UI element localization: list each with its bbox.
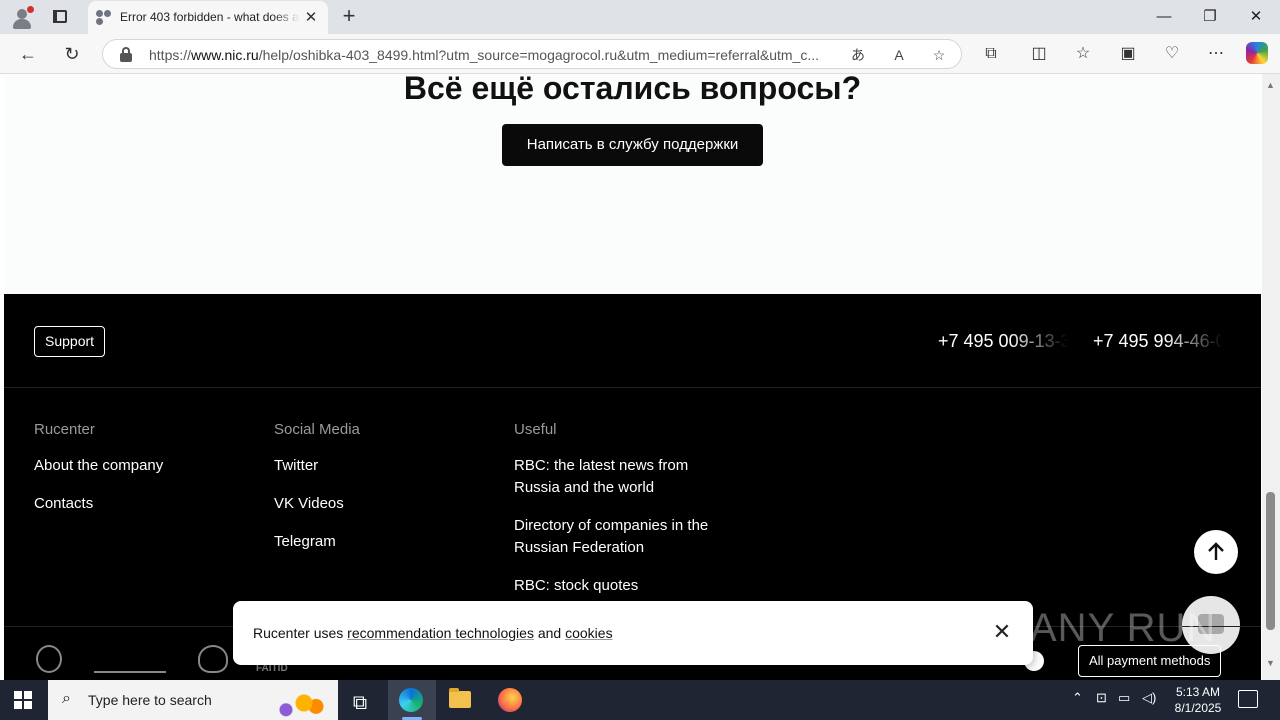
page-viewport: Всё ещё остались вопросы? Написать в слу…: [0, 74, 1280, 680]
address-bar[interactable]: https://www.nic.ru/help/oshibka-403_8499…: [102, 39, 962, 69]
partner-logo-coordination-center-icon: [94, 645, 166, 673]
scroll-to-top-button[interactable]: [1194, 530, 1238, 574]
volume-icon[interactable]: ◁): [1142, 690, 1156, 706]
phone-2-link[interactable]: +7 495 994-46-0: [1093, 331, 1223, 352]
tab-close-icon[interactable]: ✕: [302, 9, 320, 27]
partner-logo-faitid: FAITID: [256, 663, 288, 674]
lock-icon[interactable]: [119, 47, 133, 62]
browser-essentials-icon[interactable]: ♡: [1160, 42, 1184, 66]
window-close-icon[interactable]: ✕: [1233, 4, 1279, 30]
phone-1-link[interactable]: +7 495 009-13-3: [938, 331, 1068, 352]
scrollbar-thumb[interactable]: [1266, 492, 1275, 630]
questions-section: Всё ещё остались вопросы? Написать в слу…: [4, 74, 1261, 294]
support-button[interactable]: Support: [34, 326, 106, 357]
footer-divider: [4, 387, 1261, 388]
footer-heading-social: Social Media: [274, 421, 360, 438]
footer-link-contacts[interactable]: Contacts: [34, 493, 234, 515]
translate-icon[interactable]: あ: [848, 45, 868, 65]
restore-icon[interactable]: ❐: [1187, 4, 1233, 30]
favorite-star-icon[interactable]: ☆: [929, 45, 949, 65]
search-icon: ⌕: [62, 690, 71, 707]
recommendation-technologies-link[interactable]: recommendation technologies: [347, 625, 534, 641]
search-highlight-icon: [268, 686, 328, 720]
task-view-icon[interactable]: ⧉: [340, 686, 380, 720]
windows-start-icon[interactable]: [14, 691, 32, 709]
extensions-icon[interactable]: ⧉: [979, 42, 1003, 66]
more-menu-icon[interactable]: ⋯: [1204, 42, 1228, 66]
read-aloud-icon[interactable]: A: [889, 45, 909, 65]
footer-link-vk-videos[interactable]: VK Videos: [274, 493, 474, 515]
tab-title: Error 403 forbidden - what does a: [120, 10, 299, 24]
new-tab-icon[interactable]: +: [338, 5, 360, 27]
browser-tab-active[interactable]: Error 403 forbidden - what does a ✕: [88, 1, 328, 34]
split-screen-icon[interactable]: ◫: [1027, 42, 1051, 66]
cookie-banner: Rucenter uses recommendation technologie…: [233, 601, 1033, 665]
tray-meet-icon[interactable]: ⊡: [1096, 690, 1107, 706]
cookies-link[interactable]: cookies: [565, 625, 612, 641]
refresh-icon[interactable]: ↻: [60, 42, 84, 66]
taskbar-search-box[interactable]: ⌕ Type here to search: [48, 680, 338, 720]
footer-link-company-directory[interactable]: Directory of companies in the Russian Fe…: [514, 515, 714, 559]
taskbar-search-placeholder: Type here to search: [88, 692, 212, 708]
file-explorer-icon[interactable]: [449, 688, 471, 708]
arrow-up-icon: [1208, 542, 1224, 560]
notifications-icon[interactable]: [1238, 690, 1258, 708]
contact-support-button[interactable]: Написать в службу поддержки: [502, 124, 763, 166]
copilot-icon[interactable]: [1246, 42, 1268, 64]
browser-navbar: ← ↻ https://www.nic.ru/help/oshibka-403_…: [0, 34, 1280, 74]
back-icon[interactable]: ←: [16, 42, 40, 66]
windows-taskbar: ⌕ Type here to search ⧉ ⌃ ⊡ ▭ ◁) 5:13 AM…: [0, 680, 1280, 720]
tray-chevron-icon[interactable]: ⌃: [1072, 690, 1083, 706]
browser-titlebar: Error 403 forbidden - what does a ✕ + — …: [0, 0, 1280, 34]
url-text[interactable]: https://www.nic.ru/help/oshibka-403_8499…: [149, 47, 829, 63]
tab-actions-icon[interactable]: [50, 7, 70, 27]
collections-icon[interactable]: ▣: [1116, 42, 1140, 66]
partner-logo-emblem-icon: [36, 645, 62, 673]
partner-logo-coat-of-arms-icon: [198, 645, 228, 673]
scroll-up-icon[interactable]: ▲: [1266, 80, 1275, 90]
firefox-taskbar-icon[interactable]: [498, 688, 522, 712]
footer-link-about[interactable]: About the company: [34, 455, 234, 477]
footer-heading-useful: Useful: [514, 421, 557, 438]
footer-link-rbc-quotes[interactable]: RBC: stock quotes: [514, 575, 714, 597]
network-icon[interactable]: ▭: [1118, 690, 1130, 706]
clock-time: 5:13 AM: [1175, 685, 1221, 699]
scroll-down-icon[interactable]: ▼: [1266, 658, 1275, 668]
footer-link-rbc-news[interactable]: RBC: the latest news from Russia and the…: [514, 455, 714, 499]
footer-heading-rucenter: Rucenter: [34, 421, 95, 438]
edge-taskbar-icon[interactable]: [399, 688, 423, 712]
footer-link-twitter[interactable]: Twitter: [274, 455, 474, 477]
cookie-close-icon[interactable]: ✕: [991, 621, 1013, 643]
favorites-icon[interactable]: ☆: [1071, 42, 1095, 66]
anyrun-watermark: ANY RUN: [1030, 606, 1217, 650]
minimize-icon[interactable]: —: [1141, 4, 1187, 30]
taskbar-clock[interactable]: 5:13 AM 8/1/2025: [1170, 684, 1226, 716]
cookie-text: Rucenter uses recommendation technologie…: [253, 625, 613, 641]
page-scrollbar[interactable]: ▲ ▼: [1262, 74, 1280, 680]
clock-date: 8/1/2025: [1174, 701, 1222, 715]
tab-favicon-icon: [96, 10, 112, 26]
profile-icon[interactable]: [10, 6, 34, 30]
footer-link-telegram[interactable]: Telegram: [274, 531, 474, 553]
questions-title: Всё ещё остались вопросы?: [403, 74, 862, 106]
